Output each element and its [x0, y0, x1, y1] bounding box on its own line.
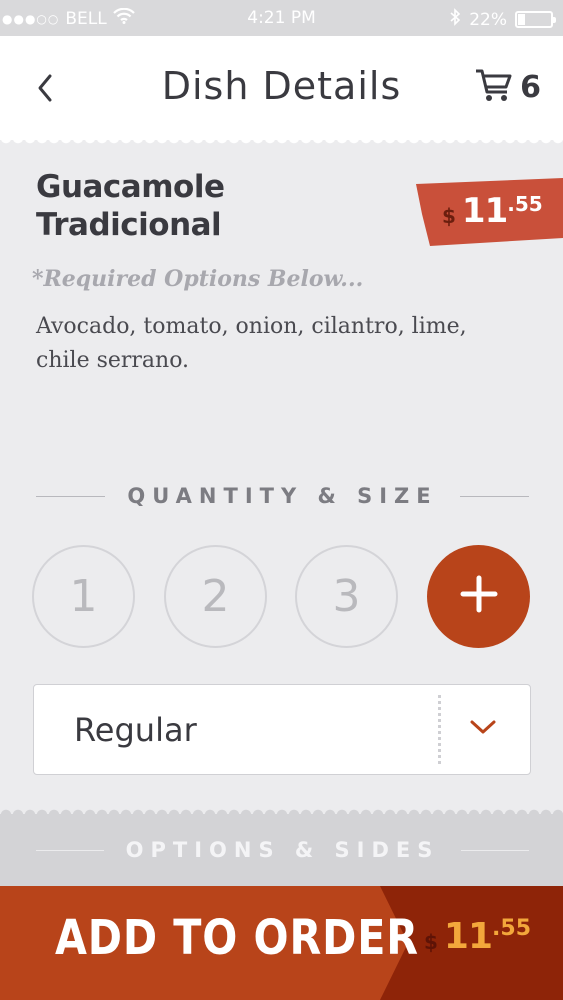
chevron-down-icon [468, 717, 498, 742]
dish-name: Guacamole Tradicional [36, 168, 376, 244]
price-currency: $ [442, 204, 456, 228]
battery-icon [515, 11, 556, 28]
status-bar: ●●●○○ BELL 4:21 PM 22% [0, 0, 563, 36]
divider [461, 849, 529, 851]
dish-name-line2: Tradicional [36, 207, 222, 243]
divider [36, 849, 104, 851]
size-selected-value: Regular [74, 711, 197, 749]
cart-count: 6 [520, 70, 541, 105]
order-total: $ 11 .55 [424, 916, 531, 958]
order-currency: $ [424, 930, 438, 954]
order-cents: .55 [492, 916, 532, 941]
quantity-size-heading: QUANTITY & SIZE [36, 484, 530, 508]
plus-icon [459, 574, 499, 619]
price-dollars: 11 [461, 191, 508, 231]
quantity-option-3[interactable]: 3 [295, 545, 398, 648]
cart-button[interactable]: 6 [474, 66, 541, 109]
order-dollars: 11 [443, 916, 493, 957]
battery-percent: 22% [469, 9, 507, 30]
cart-icon [474, 66, 514, 109]
divider [459, 495, 530, 497]
quantity-option-1[interactable]: 1 [32, 545, 135, 648]
options-sides-heading: OPTIONS & SIDES [36, 838, 529, 862]
bluetooth-icon [449, 8, 461, 31]
add-to-order-label: ADD TO ORDER [55, 910, 419, 966]
divider [36, 495, 106, 497]
quantity-size-label: QUANTITY & SIZE [127, 484, 438, 508]
more-quantity-button[interactable] [427, 545, 530, 648]
dish-description: Avocado, tomato, onion, cilantro, lime, … [36, 314, 467, 373]
dish-name-line1: Guacamole [36, 169, 225, 205]
price-tag: $ 11 .55 [416, 178, 563, 246]
required-options-note: *Required Options Below... [32, 266, 364, 292]
divider [438, 695, 441, 764]
nav-bar: Dish Details 6 [0, 36, 563, 146]
size-select[interactable]: Regular [33, 684, 531, 775]
price-cents: .55 [507, 192, 543, 216]
options-sides-label: OPTIONS & SIDES [125, 838, 440, 862]
add-to-order-button[interactable]: ADD TO ORDER $ 11 .55 [0, 886, 563, 1000]
quantity-option-2[interactable]: 2 [164, 545, 267, 648]
